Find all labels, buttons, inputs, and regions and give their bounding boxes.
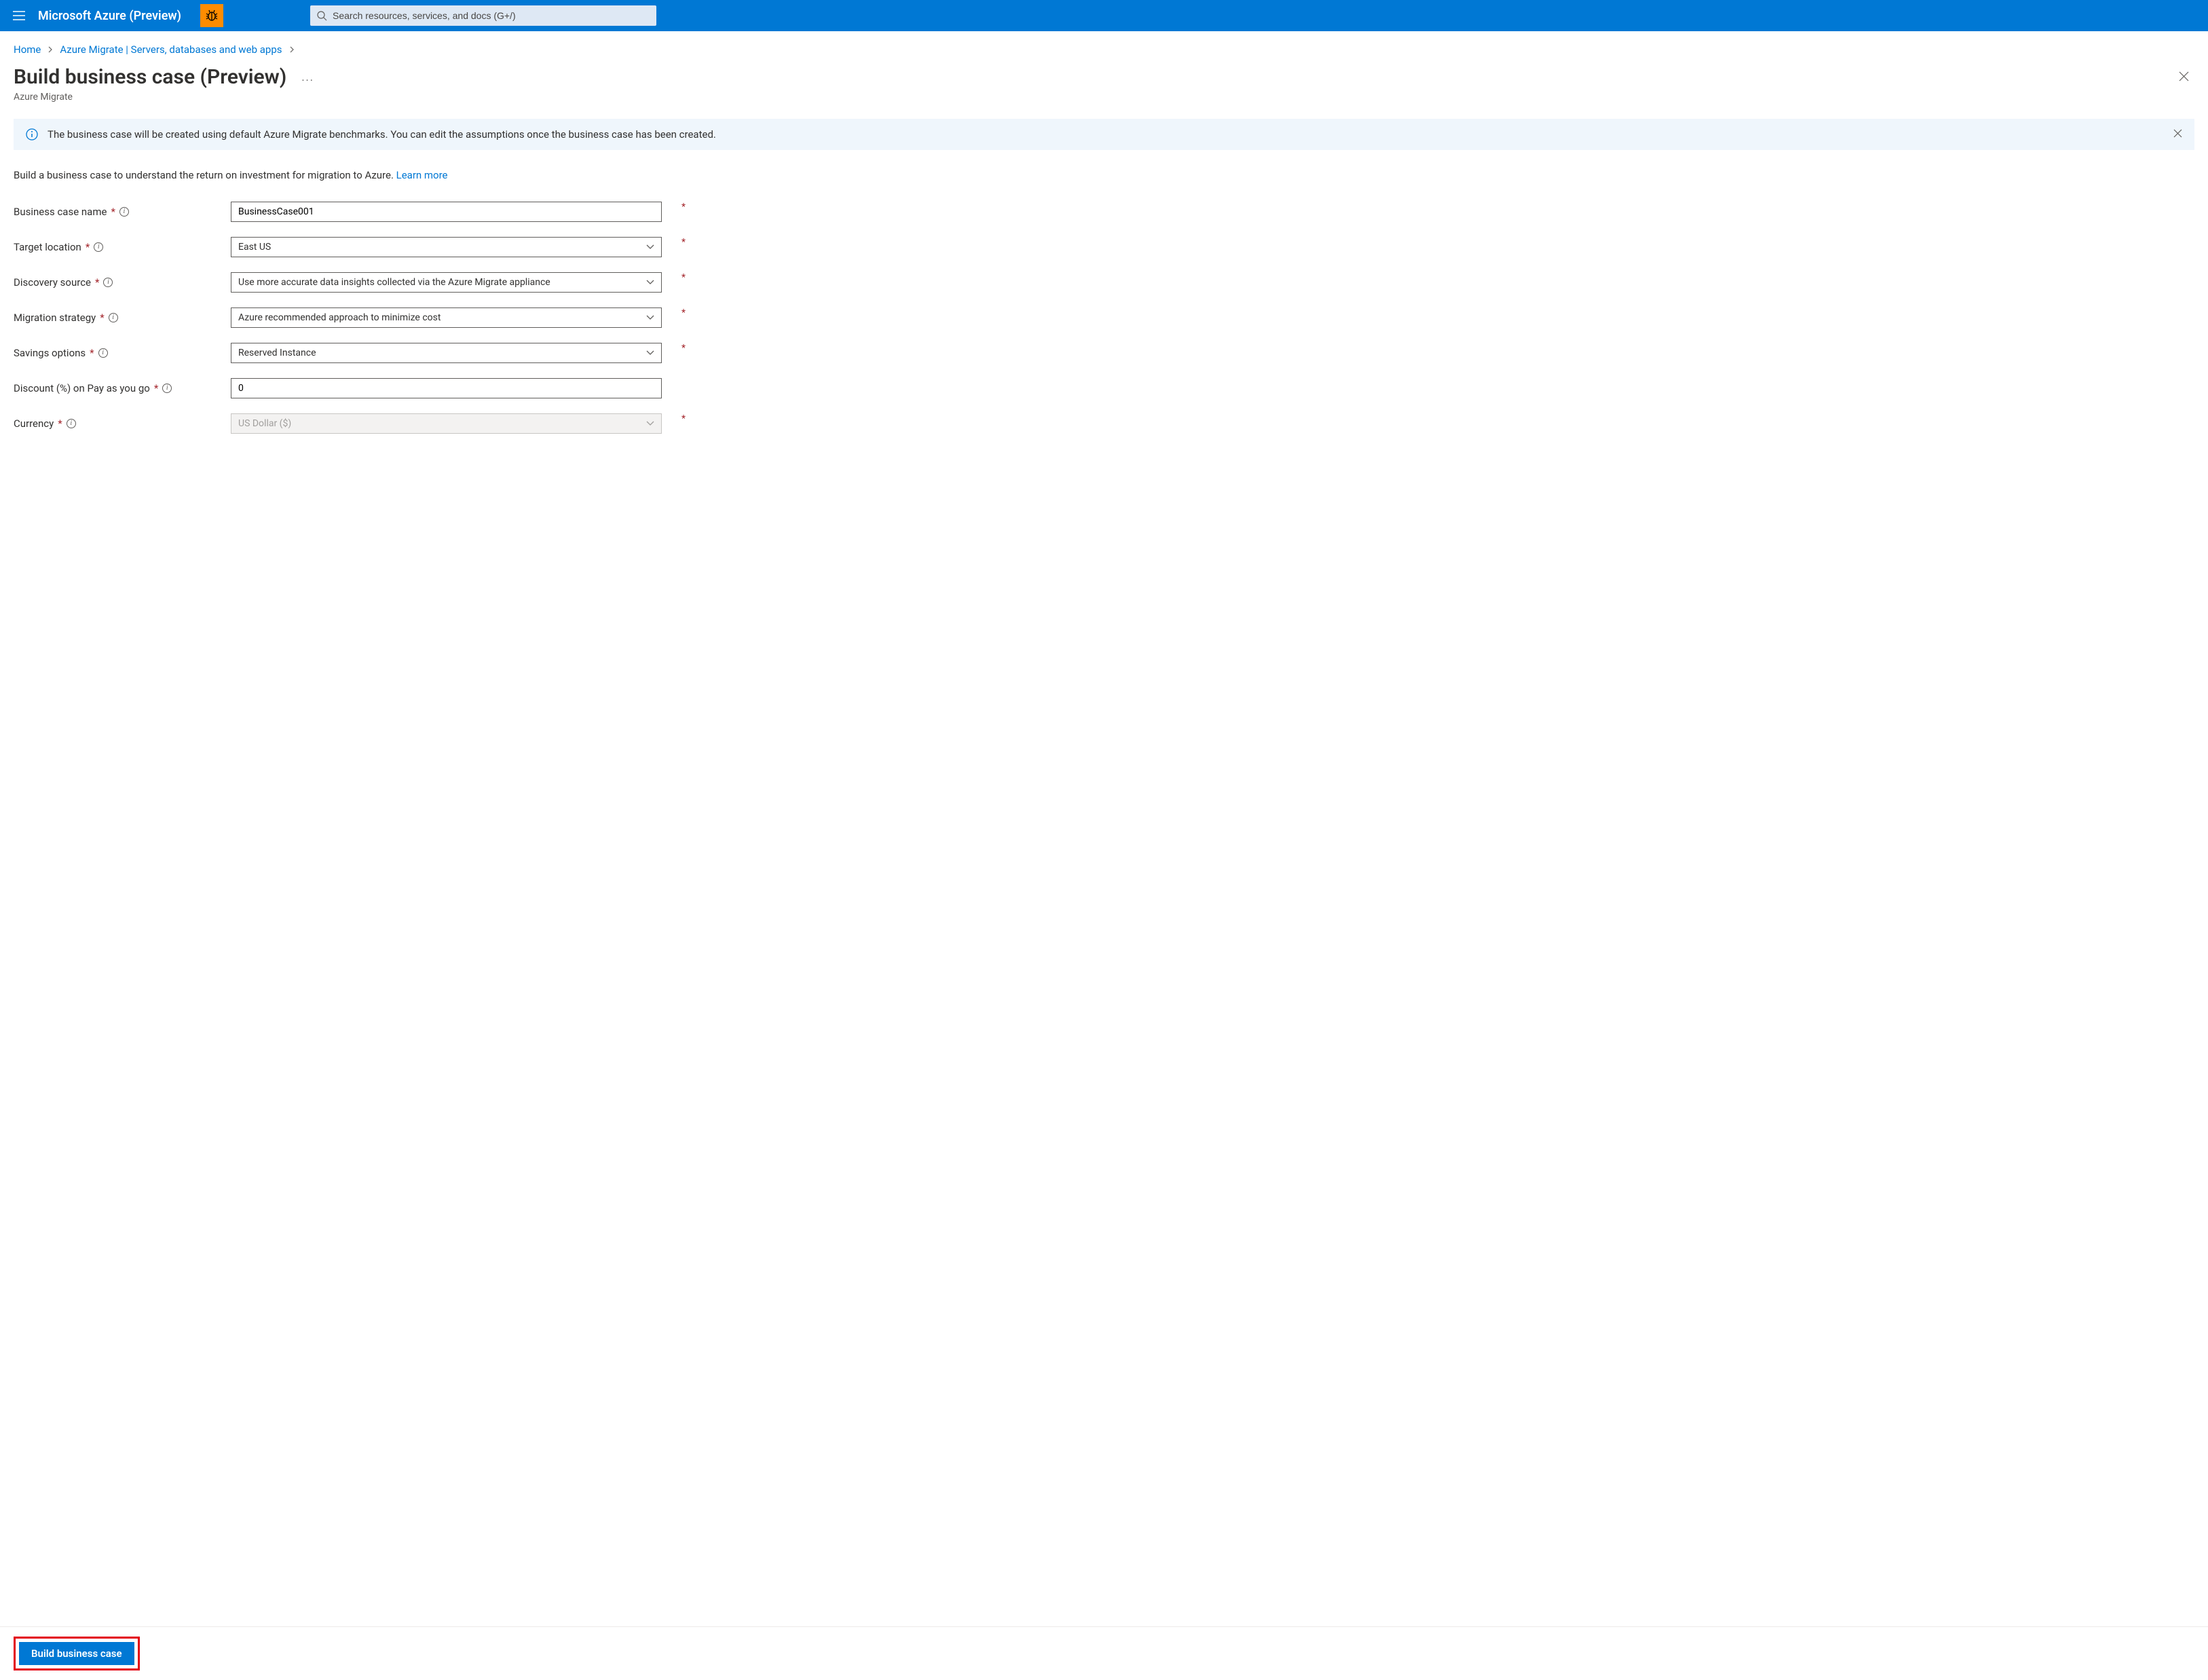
- target-location-select[interactable]: East US: [231, 237, 662, 257]
- row-currency: Currency * i US Dollar ($) *: [14, 413, 686, 434]
- breadcrumb-home[interactable]: Home: [14, 43, 41, 56]
- info-tooltip-icon[interactable]: i: [119, 207, 129, 217]
- more-actions-button[interactable]: ···: [301, 67, 314, 87]
- hamburger-menu-button[interactable]: [5, 2, 33, 29]
- learn-more-link[interactable]: Learn more: [396, 169, 448, 181]
- label-business-case-name: Business case name * i: [14, 206, 231, 218]
- target-location-value: East US: [238, 242, 271, 253]
- savings-options-select[interactable]: Reserved Instance: [231, 343, 662, 363]
- info-tooltip-icon[interactable]: i: [109, 313, 118, 322]
- bug-report-button[interactable]: [200, 4, 223, 27]
- breadcrumb: Home Azure Migrate | Servers, databases …: [14, 38, 2194, 65]
- savings-options-value: Reserved Instance: [238, 348, 316, 358]
- row-discovery-source: Discovery source * i Use more accurate d…: [14, 272, 686, 293]
- required-indicator: *: [154, 382, 158, 394]
- chevron-right-icon: [289, 43, 295, 56]
- label-target-location: Target location * i: [14, 241, 231, 253]
- info-tooltip-icon[interactable]: i: [98, 348, 108, 358]
- required-indicator: *: [100, 312, 104, 324]
- row-business-case-name: Business case name * i *: [14, 202, 686, 222]
- info-tooltip-icon[interactable]: i: [103, 278, 113, 287]
- chevron-down-icon: [646, 350, 654, 356]
- search-input[interactable]: [333, 10, 650, 21]
- close-icon: [2173, 129, 2182, 138]
- info-banner-close-button[interactable]: [2173, 128, 2182, 141]
- bug-icon: [205, 9, 219, 22]
- search-icon: [317, 11, 327, 21]
- required-indicator: *: [111, 206, 115, 218]
- required-indicator: *: [681, 413, 686, 424]
- close-blade-button[interactable]: [2173, 65, 2194, 87]
- page-subtitle: Azure Migrate: [14, 92, 314, 102]
- footer-bar: Build business case: [0, 1626, 2208, 1680]
- business-case-name-input[interactable]: [231, 202, 662, 222]
- highlight-annotation: Build business case: [14, 1637, 140, 1670]
- required-indicator: *: [681, 272, 686, 283]
- close-icon: [2179, 71, 2189, 81]
- row-discount: Discount (%) on Pay as you go * i: [14, 378, 686, 398]
- business-case-form: Business case name * i * Target location…: [14, 202, 686, 449]
- label-discovery-source: Discovery source * i: [14, 276, 231, 288]
- required-indicator: *: [681, 307, 686, 318]
- info-icon: [26, 128, 38, 141]
- page-title: Build business case (Preview): [14, 65, 286, 89]
- hamburger-icon: [13, 11, 25, 20]
- required-indicator: *: [681, 202, 686, 212]
- breadcrumb-azure-migrate[interactable]: Azure Migrate | Servers, databases and w…: [60, 43, 282, 56]
- required-indicator: *: [58, 417, 62, 430]
- migration-strategy-select[interactable]: Azure recommended approach to minimize c…: [231, 307, 662, 328]
- currency-value: US Dollar ($): [238, 418, 291, 429]
- label-discount: Discount (%) on Pay as you go * i: [14, 382, 231, 394]
- required-indicator: *: [90, 347, 94, 359]
- row-target-location: Target location * i East US *: [14, 237, 686, 257]
- top-header: Microsoft Azure (Preview): [0, 0, 2208, 31]
- discovery-source-select[interactable]: Use more accurate data insights collecte…: [231, 272, 662, 293]
- currency-select: US Dollar ($): [231, 413, 662, 434]
- chevron-down-icon: [646, 244, 654, 250]
- info-banner-text: The business case will be created using …: [48, 128, 2164, 141]
- info-tooltip-icon[interactable]: i: [67, 419, 76, 428]
- brand-title: Microsoft Azure (Preview): [38, 9, 181, 23]
- row-migration-strategy: Migration strategy * i Azure recommended…: [14, 307, 686, 328]
- discovery-source-value: Use more accurate data insights collecte…: [238, 277, 550, 288]
- required-indicator: *: [681, 343, 686, 354]
- label-savings-options: Savings options * i: [14, 347, 231, 359]
- discount-input[interactable]: [231, 378, 662, 398]
- chevron-down-icon: [646, 280, 654, 285]
- label-currency: Currency * i: [14, 417, 231, 430]
- required-indicator: *: [95, 276, 99, 288]
- main-content: Home Azure Migrate | Servers, databases …: [0, 31, 2208, 1626]
- global-search[interactable]: [310, 5, 656, 26]
- info-banner: The business case will be created using …: [14, 119, 2194, 150]
- info-tooltip-icon[interactable]: i: [94, 242, 103, 252]
- chevron-right-icon: [48, 43, 53, 56]
- page-header: Build business case (Preview) ··· Azure …: [14, 65, 2194, 102]
- chevron-down-icon: [646, 315, 654, 320]
- info-tooltip-icon[interactable]: i: [162, 384, 172, 393]
- required-indicator: *: [681, 237, 686, 248]
- intro-paragraph: Build a business case to understand the …: [14, 169, 2194, 181]
- row-savings-options: Savings options * i Reserved Instance *: [14, 343, 686, 363]
- intro-text: Build a business case to understand the …: [14, 169, 396, 181]
- label-migration-strategy: Migration strategy * i: [14, 312, 231, 324]
- migration-strategy-value: Azure recommended approach to minimize c…: [238, 312, 441, 323]
- chevron-down-icon: [646, 421, 654, 426]
- build-business-case-button[interactable]: Build business case: [19, 1642, 134, 1665]
- required-indicator: *: [86, 241, 90, 253]
